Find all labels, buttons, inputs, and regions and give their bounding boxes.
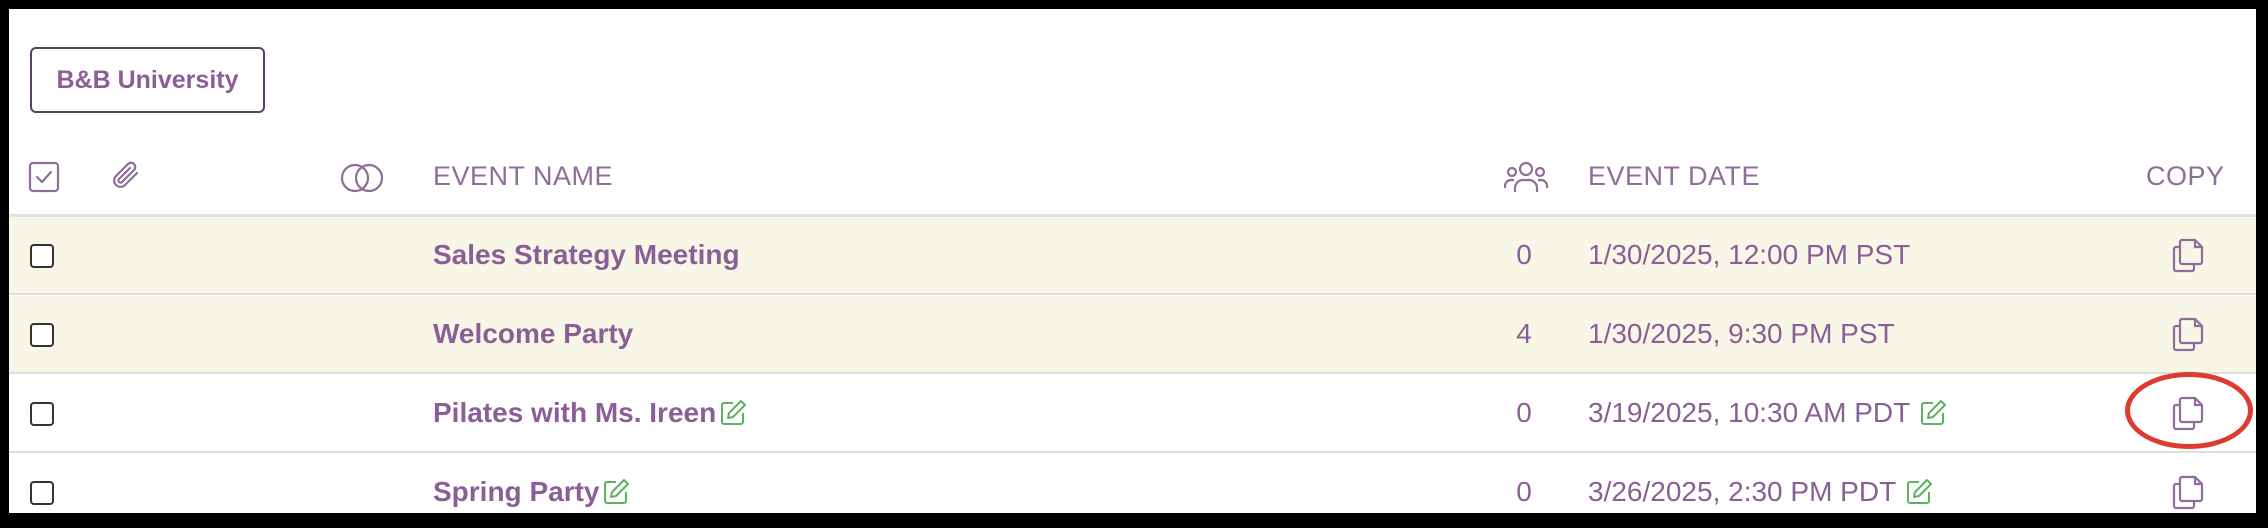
event-date-text: 1/30/2025, 9:30 PM PST bbox=[1588, 318, 1895, 349]
event-name[interactable]: Sales Strategy Meeting bbox=[433, 239, 740, 271]
row-checkbox[interactable] bbox=[30, 323, 54, 347]
select-all-checkbox[interactable] bbox=[28, 161, 60, 198]
events-panel: B&B University EVENT NAME EVENT DATE COP… bbox=[9, 9, 2256, 513]
copy-icon[interactable] bbox=[2170, 234, 2206, 274]
event-date: 3/19/2025, 10:30 AM PDT bbox=[1588, 397, 1948, 429]
table-row[interactable]: Welcome Party 4 1/30/2025, 9:30 PM PST bbox=[9, 296, 2256, 374]
edit-date-icon[interactable] bbox=[1918, 398, 1948, 428]
row-checkbox[interactable] bbox=[30, 244, 54, 268]
edit-icon[interactable] bbox=[718, 398, 748, 428]
event-name[interactable]: Spring Party bbox=[433, 476, 599, 508]
event-date-text: 3/26/2025, 2:30 PM PDT bbox=[1588, 476, 1897, 507]
copy-icon[interactable] bbox=[2170, 313, 2206, 353]
attendee-count: 4 bbox=[1516, 318, 1532, 349]
row-checkbox[interactable] bbox=[30, 402, 54, 426]
event-name-link[interactable]: Sales Strategy Meeting bbox=[433, 239, 740, 271]
event-date: 3/26/2025, 2:30 PM PDT bbox=[1588, 476, 1934, 508]
annotation-circle bbox=[2125, 372, 2253, 449]
table-row[interactable]: Sales Strategy Meeting 0 1/30/2025, 12:00 … bbox=[9, 217, 2256, 295]
org-button[interactable]: B&B University bbox=[30, 47, 265, 113]
event-name[interactable]: Welcome Party bbox=[433, 318, 633, 350]
edit-date-icon[interactable] bbox=[1904, 477, 1934, 507]
event-name-header[interactable]: EVENT NAME bbox=[433, 161, 613, 192]
attendee-count: 0 bbox=[1516, 397, 1532, 428]
attendee-count: 0 bbox=[1516, 239, 1532, 270]
edit-icon[interactable] bbox=[601, 477, 631, 507]
event-date: 1/30/2025, 12:00 PM PST bbox=[1588, 239, 1910, 271]
event-name-link[interactable]: Welcome Party bbox=[433, 318, 633, 350]
table-row[interactable]: Spring Party 0 3/26/2025, 2:30 PM PDT bbox=[9, 454, 2256, 513]
row-checkbox[interactable] bbox=[30, 481, 54, 505]
attendee-count: 0 bbox=[1516, 476, 1532, 507]
table-row[interactable]: Pilates with Ms. Ireen 0 3/19/2025, 10:30 … bbox=[9, 375, 2256, 453]
event-date: 1/30/2025, 9:30 PM PST bbox=[1588, 318, 1895, 350]
table-header: EVENT NAME EVENT DATE COPY bbox=[9, 137, 2256, 217]
overlapping-circles-icon bbox=[339, 161, 385, 200]
paperclip-icon bbox=[110, 159, 144, 200]
people-group-icon bbox=[1503, 159, 1549, 202]
event-name-link[interactable]: Pilates with Ms. Ireen bbox=[433, 397, 748, 429]
event-name-link[interactable]: Spring Party bbox=[433, 476, 631, 508]
event-date-text: 3/19/2025, 10:30 AM PDT bbox=[1588, 397, 1911, 428]
copy-icon[interactable] bbox=[2170, 471, 2206, 511]
event-name[interactable]: Pilates with Ms. Ireen bbox=[433, 397, 716, 429]
event-date-header[interactable]: EVENT DATE bbox=[1588, 161, 1760, 192]
event-date-text: 1/30/2025, 12:00 PM PST bbox=[1588, 239, 1911, 270]
copy-header: COPY bbox=[2146, 161, 2225, 191]
